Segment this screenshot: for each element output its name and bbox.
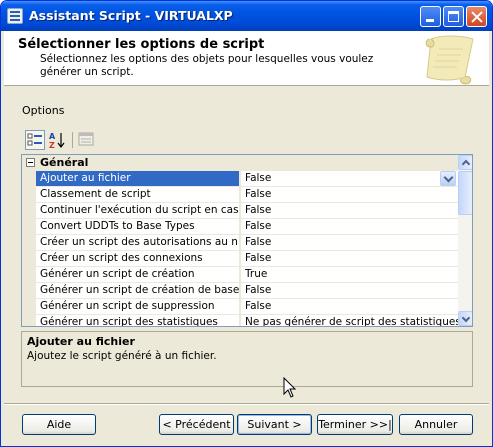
property-name[interactable]: Créer un script des autorisations au niv…	[36, 235, 239, 250]
description-panel: Ajouter au fichier Ajoutez le script gén…	[21, 331, 473, 387]
property-value-text: False	[245, 172, 272, 184]
wizard-window: Assistant Script - VIRTUALXP Sélectionne…	[0, 0, 493, 447]
next-button[interactable]: Suivant >	[237, 414, 312, 435]
collapse-icon[interactable]	[26, 158, 35, 167]
property-pages-button[interactable]	[77, 130, 97, 150]
property-pages-icon	[78, 132, 94, 146]
svg-text:Z: Z	[49, 141, 55, 150]
property-value[interactable]: False	[240, 299, 458, 314]
property-name[interactable]: Générer un script des statistiques	[36, 315, 239, 326]
scroll-up-icon[interactable]	[458, 155, 472, 170]
window-title: Assistant Script - VIRTUALXP	[29, 8, 233, 23]
property-value[interactable]: False	[240, 203, 458, 218]
property-row[interactable]: Classement de script False	[22, 187, 458, 203]
maximize-button[interactable]	[443, 6, 464, 27]
property-name[interactable]: Convert UDDTs to Base Types	[36, 219, 239, 234]
property-name[interactable]: Continuer l'exécution du script en cas d…	[36, 203, 239, 218]
property-value[interactable]: False	[240, 235, 458, 250]
property-value[interactable]: False	[240, 283, 458, 298]
close-button[interactable]	[466, 6, 487, 27]
property-name[interactable]: Créer un script des connexions	[36, 251, 239, 266]
alphabetical-sort-button[interactable]: A Z	[47, 130, 67, 150]
property-value[interactable]: False	[240, 187, 458, 202]
property-name[interactable]: Générer un script de création	[36, 267, 239, 282]
categorized-view-button[interactable]	[25, 130, 45, 150]
scroll-thumb[interactable]	[458, 171, 472, 215]
property-name[interactable]: Générer un script de suppression	[36, 299, 239, 314]
help-button[interactable]: Aide	[22, 414, 96, 435]
description-text: Ajoutez le script généré à un fichier.	[27, 350, 217, 362]
property-name[interactable]: Classement de script	[36, 187, 239, 202]
description-title: Ajouter au fichier	[27, 335, 135, 348]
category-row[interactable]: Général	[22, 155, 458, 171]
property-value[interactable]: False	[240, 251, 458, 266]
app-icon	[7, 8, 23, 24]
property-row[interactable]: Ajouter au fichier False	[22, 171, 458, 187]
category-label: Général	[40, 156, 89, 169]
property-row[interactable]: Générer un script de suppression False	[22, 299, 458, 315]
categorized-icon	[27, 133, 42, 146]
previous-button[interactable]: < Précédent	[159, 414, 234, 435]
finish-button[interactable]: Terminer >>|	[317, 414, 393, 435]
property-name[interactable]: Ajouter au fichier	[36, 171, 239, 186]
footer-divider	[4, 403, 489, 405]
wizard-header: Sélectionner les options de script Sélec…	[4, 31, 489, 86]
property-row[interactable]: Générer un script des statistiques Ne pa…	[22, 315, 458, 326]
property-row[interactable]: Générer un script de création de base de…	[22, 283, 458, 299]
scroll-icon	[425, 35, 474, 85]
property-row[interactable]: Créer un script des connexions False	[22, 251, 458, 267]
minimize-button[interactable]	[420, 6, 441, 27]
scroll-down-icon[interactable]	[458, 311, 472, 326]
dropdown-arrow-icon[interactable]	[440, 171, 456, 186]
property-name[interactable]: Générer un script de création de base de…	[36, 283, 239, 298]
toolbar-separator	[72, 132, 73, 148]
property-row[interactable]: Continuer l'exécution du script en cas d…	[22, 203, 458, 219]
options-label: Options	[22, 104, 65, 117]
vertical-scrollbar[interactable]	[458, 155, 472, 326]
property-value[interactable]: False	[240, 171, 458, 186]
property-row[interactable]: Convert UDDTs to Base Types False	[22, 219, 458, 235]
title-bar[interactable]: Assistant Script - VIRTUALXP	[1, 1, 492, 31]
sort-az-icon: A Z	[49, 132, 65, 150]
property-value[interactable]: Ne pas générer de script des statistique…	[240, 315, 458, 326]
property-row[interactable]: Créer un script des autorisations au niv…	[22, 235, 458, 251]
page-title: Sélectionner les options de script	[18, 37, 265, 52]
property-grid[interactable]: Général Ajouter au fichier False Classem…	[21, 154, 473, 327]
property-value[interactable]: True	[240, 267, 458, 282]
svg-text:A: A	[49, 132, 56, 141]
property-row[interactable]: Générer un script de création True	[22, 267, 458, 283]
page-subtitle: Sélectionnez les options des objets pour…	[40, 53, 374, 78]
mouse-pointer-icon	[283, 377, 297, 398]
property-value[interactable]: False	[240, 219, 458, 234]
cancel-button[interactable]: Annuler	[399, 414, 473, 435]
